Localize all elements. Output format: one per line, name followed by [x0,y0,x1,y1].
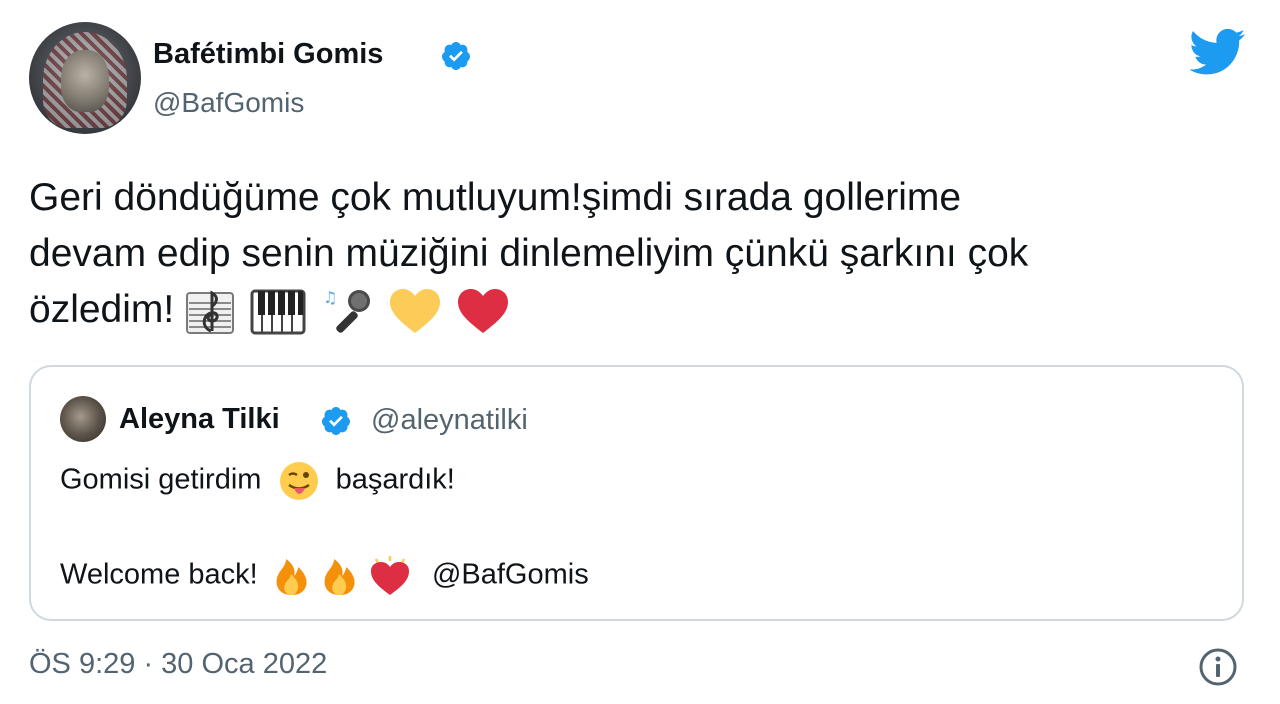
tweet-text: Geri döndüğüme çok mutluyum!şimdi sırada… [29,170,1259,338]
yellow-heart-emoji [389,288,440,333]
piano-emoji [250,289,306,335]
fire-emoji [276,559,307,595]
quoted-text-line-1: Gomisi getirdim başardık! [60,460,455,502]
tweet-line-3: özledim! ♫ [29,282,1259,338]
tweet-timestamp[interactable]: ÖS 9:29 · 30 Oca 2022 [29,648,327,681]
quoted-text-1a: Gomisi getirdim [60,463,262,496]
quoted-author-handle[interactable]: @aleynatilki [371,404,528,437]
musical-score-emoji [186,290,235,334]
quoted-tweet[interactable]: Aleyna Tilki @aleynatilki Gomisi getirdi… [29,365,1244,621]
winking-tongue-emoji [279,462,318,500]
quoted-text-1b: başardık! [335,463,455,496]
tweet-line-2: devam edip senin müziğini dinlemeliyim ç… [29,232,1029,275]
fire-emoji [324,559,355,595]
quoted-text-2a: Welcome back! [60,558,258,591]
info-icon[interactable] [1198,647,1238,687]
quoted-avatar[interactable] [60,396,106,442]
avatar-lion-face [61,50,109,112]
twitter-bird-icon[interactable] [1190,28,1246,76]
author-handle[interactable]: @BafGomis [153,87,304,119]
verified-badge-icon [321,407,350,435]
author-name[interactable]: Bafétimbi Gomis [153,38,383,71]
tweet-line-1: Geri döndüğüme çok mutluyum!şimdi sırada… [29,176,962,219]
growing-heart-emoji [370,556,409,595]
microphone-emoji: ♫ [323,288,370,333]
quoted-author-name[interactable]: Aleyna Tilki [119,403,280,436]
tweet-line-3-text: özledim! [29,288,175,331]
author-avatar[interactable] [29,22,141,134]
svg-text:♫: ♫ [323,288,337,307]
verified-badge-icon [441,42,470,70]
quoted-mention[interactable]: @BafGomis [432,559,589,591]
red-heart-emoji [458,288,509,333]
quoted-text-line-2: Welcome back! @BafGomis [60,555,589,597]
